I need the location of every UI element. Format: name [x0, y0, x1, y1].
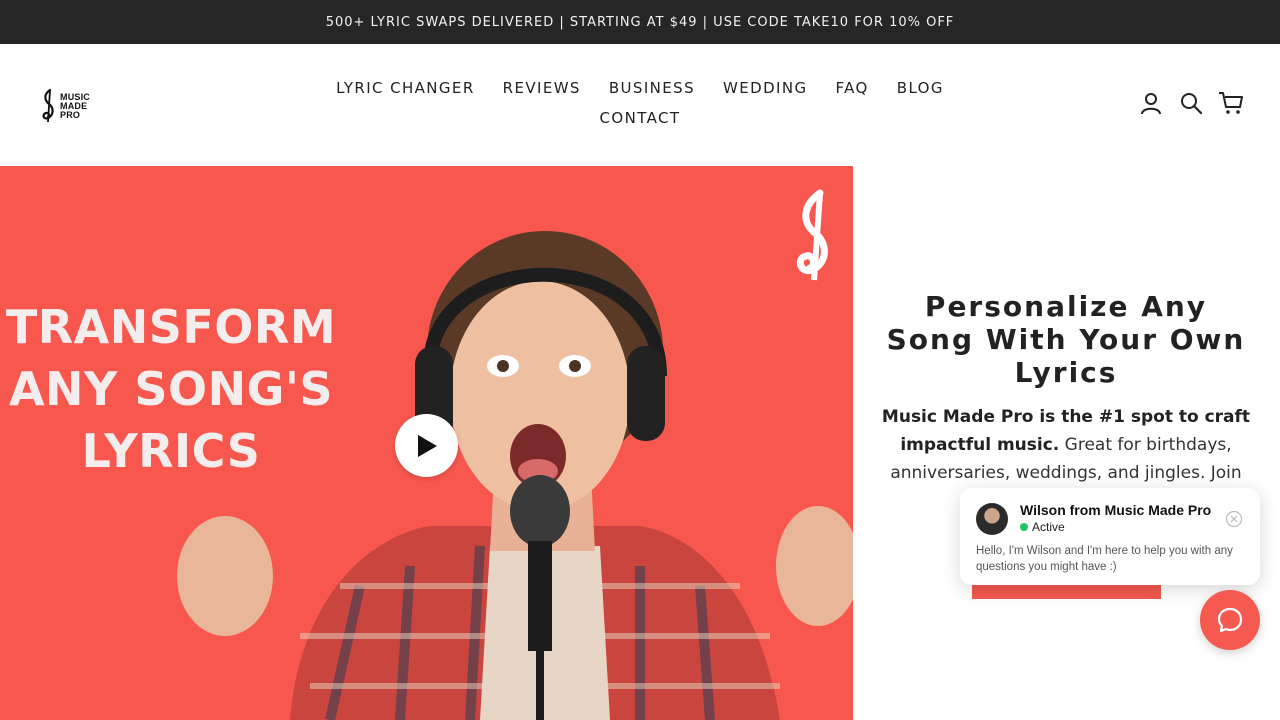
brand-watermark-icon: [796, 189, 828, 281]
account-icon[interactable]: [1138, 90, 1164, 116]
announcement-bar: 500+ LYRIC SWAPS DELIVERED | STARTING AT…: [0, 0, 1280, 44]
hero-overlay-text: TRANSFORM ANY SONG'S LYRICS: [5, 300, 337, 478]
chat-popup[interactable]: Wilson from Music Made Pro Active Hello,…: [960, 488, 1260, 585]
announcement-text: 500+ LYRIC SWAPS DELIVERED | STARTING AT…: [325, 14, 955, 30]
nav-faq[interactable]: FAQ: [822, 74, 883, 102]
close-icon[interactable]: [1225, 510, 1243, 528]
avatar: [976, 503, 1008, 535]
search-icon[interactable]: [1178, 90, 1204, 116]
cart-icon[interactable]: [1218, 90, 1244, 116]
nav-contact[interactable]: CONTACT: [586, 104, 695, 132]
main-nav: LYRIC CHANGER REVIEWS BUSINESS WEDDING F…: [320, 74, 960, 132]
nav-blog[interactable]: BLOG: [883, 74, 958, 102]
nav-business[interactable]: BUSINESS: [595, 74, 709, 102]
chat-status-label: Active: [1032, 520, 1065, 534]
chat-bubble-icon: [1217, 607, 1243, 633]
site-logo[interactable]: MUSIC MADE PRO: [40, 86, 96, 126]
hero-title: Personalize Any Song With Your Own Lyric…: [886, 290, 1246, 389]
play-button[interactable]: [395, 414, 458, 477]
header-icons: [1138, 90, 1244, 116]
play-icon: [417, 434, 437, 457]
chat-agent-name: Wilson from Music Made Pro: [1020, 502, 1212, 518]
treble-clef-icon: [42, 88, 54, 123]
site-header: MUSIC MADE PRO LYRIC CHANGER REVIEWS BUS…: [0, 44, 1280, 166]
logo-wordmark: MUSIC MADE PRO: [60, 91, 90, 120]
chat-message: Hello, I'm Wilson and I'm here to help y…: [976, 545, 1233, 573]
hero-video[interactable]: TRANSFORM ANY SONG'S LYRICS: [0, 166, 853, 720]
status-dot-icon: [1020, 523, 1028, 531]
chat-launcher-button[interactable]: [1200, 590, 1260, 650]
chat-status: Active: [1020, 520, 1065, 534]
nav-lyric-changer[interactable]: LYRIC CHANGER: [322, 74, 489, 102]
hero-copy: Personalize Any Song With Your Own Lyric…: [880, 290, 1252, 515]
nav-wedding[interactable]: WEDDING: [709, 74, 821, 102]
nav-reviews[interactable]: REVIEWS: [489, 74, 595, 102]
